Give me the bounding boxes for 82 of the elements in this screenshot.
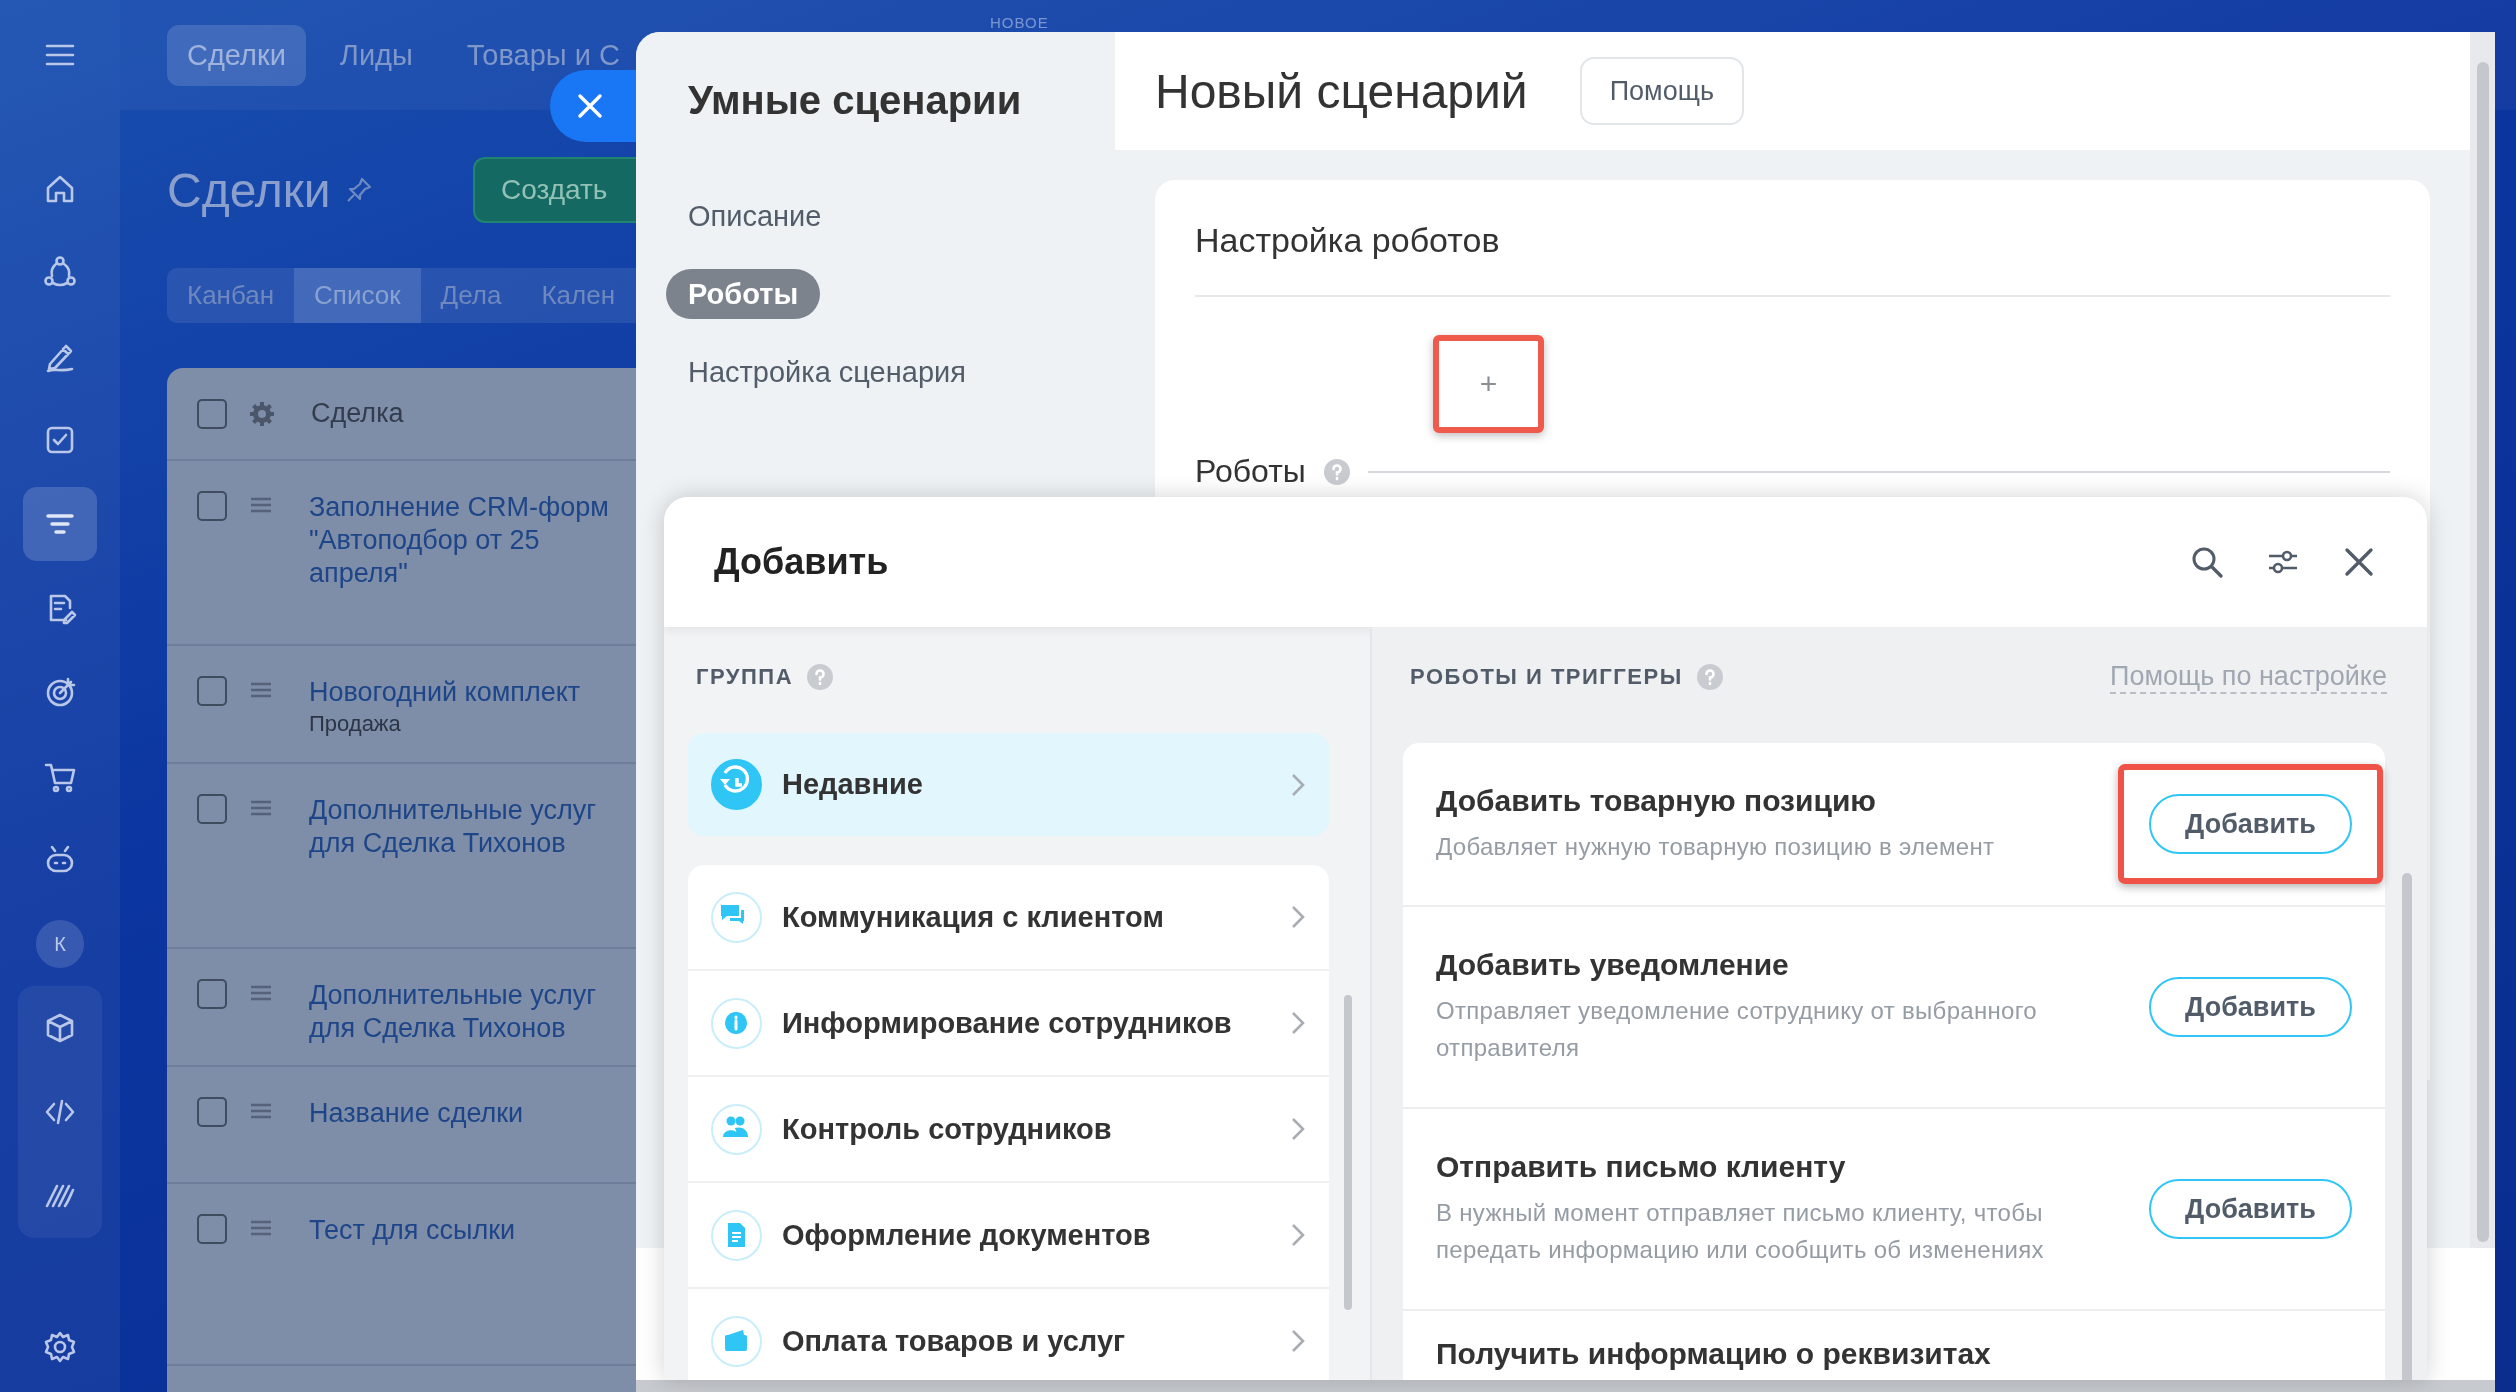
group-item[interactable]: Коммуникация с клиентом (688, 865, 1329, 971)
deal-link[interactable]: Тест для ссылки (309, 1214, 516, 1247)
checkbox[interactable] (197, 1097, 227, 1127)
group-item[interactable]: Недавние (688, 733, 1329, 836)
checkbox[interactable] (197, 676, 227, 706)
help-link[interactable]: Помощь по настройке (2110, 660, 2387, 694)
deal-link[interactable]: Название сделки (309, 1097, 524, 1130)
chevron-icon (1291, 772, 1305, 797)
checkbox[interactable] (197, 1214, 227, 1244)
deal-stage: Продажа (309, 711, 402, 737)
create-button[interactable]: Создать (473, 157, 636, 223)
deal-link[interactable]: Дополнительные услуг для Сделка Тихонов (309, 794, 597, 860)
settings-icon[interactable] (42, 1329, 78, 1365)
group-item[interactable]: Контроль сотрудников (688, 1077, 1329, 1183)
chevron-icon (1291, 1223, 1305, 1247)
page-title: Сделки (167, 162, 331, 218)
deal-link[interactable]: Новогодний комплект (309, 676, 581, 709)
nav-item[interactable]: Описание (666, 191, 844, 241)
nav-item[interactable]: Роботы (666, 269, 821, 319)
robot-title: Добавить уведомление (1436, 948, 1790, 982)
checkbox[interactable] (197, 979, 227, 1009)
robot-item[interactable]: Отправить письмо клиенту В нужный момент отправляет письмо клиенту, чтобы передать информацию или сообщить об изменениях Добавить (1403, 1109, 2385, 1311)
tab[interactable]: Лиды (319, 24, 433, 86)
view-tab[interactable]: Дела (420, 268, 522, 323)
avatar[interactable]: К (36, 920, 84, 968)
scrollbar[interactable] (2476, 62, 2489, 1242)
chevron-icon (1291, 905, 1305, 929)
drag-icon (249, 984, 273, 1002)
view-tab[interactable]: Список (294, 268, 421, 323)
clock-icon (711, 759, 762, 810)
scrollbar[interactable] (1344, 995, 1352, 1310)
section-label: Роботы (1195, 453, 1306, 490)
document-icon (711, 1209, 762, 1261)
view-tab[interactable]: Кален (521, 268, 636, 323)
tab[interactable]: Товары и С (446, 24, 640, 86)
view-tab[interactable]: Канбан (167, 268, 295, 323)
nav-item[interactable] (23, 487, 97, 561)
robot-title: Отправить письмо клиенту (1436, 1150, 1847, 1184)
chevron-icon (1291, 1329, 1305, 1353)
drag-icon (249, 1219, 273, 1237)
checkbox[interactable] (197, 398, 227, 429)
deal-link[interactable]: Дополнительные услуг для Сделка Тихонов (309, 979, 597, 1045)
robot-item[interactable]: Добавить уведомление Отправляет уведомление сотруднику от выбранного отправителя Добавить (1403, 907, 2385, 1109)
info-icon (711, 997, 762, 1049)
checkbox[interactable] (197, 794, 227, 824)
robot-description: Отправляет уведомление сотруднику от выбранного отправителя (1436, 996, 2038, 1063)
nav-item[interactable]: Настройка сценария (666, 347, 988, 397)
chevron-icon (1291, 1117, 1305, 1141)
robot-description: В нужный момент отправляет письмо клиенту, чтобы передать информацию или сообщить об изменениях (1436, 1198, 2045, 1265)
wallet-icon (711, 1315, 762, 1367)
close-icon[interactable] (577, 93, 603, 119)
tab[interactable]: Сделки (167, 24, 306, 86)
help-button[interactable]: Помощь (1579, 57, 1744, 125)
checkbox[interactable] (197, 491, 227, 521)
new-label: НОВОЕ (990, 14, 1049, 31)
scrollbar[interactable] (636, 1380, 2495, 1392)
column-header: Сделка (311, 398, 404, 429)
add-button[interactable]: Добавить (2149, 1179, 2352, 1239)
group-item[interactable]: Оформление документов (688, 1183, 1329, 1289)
drag-icon (249, 799, 273, 817)
drag-icon (249, 1102, 273, 1120)
group-item[interactable]: Оплата товаров и услуг (688, 1289, 1329, 1380)
people-icon (711, 1103, 762, 1155)
section-label: РОБОТЫ И ТРИГГЕРЫ (1410, 664, 1683, 690)
drag-icon (249, 496, 273, 514)
section-label: ГРУППА (696, 664, 794, 690)
robot-title: Получить информацию о реквизитах (1436, 1337, 1992, 1371)
scenario-title: Новый сценарий (1155, 63, 1528, 119)
group-item[interactable]: Информирование сотрудников (688, 971, 1329, 1077)
robot-description: Добавляет нужную товарную позицию в элемент (1436, 831, 1996, 862)
scrollbar[interactable] (2402, 873, 2412, 1380)
deal-link[interactable]: Заполнение CRM-форм "Автоподбор от 25 апреля" (309, 491, 609, 590)
add-robot-button[interactable]: + (1433, 335, 1544, 433)
panel-title: Умные сценарии (688, 77, 1023, 123)
add-button[interactable]: Добавить (2149, 794, 2352, 854)
drag-icon (249, 681, 273, 699)
chat-icon (711, 891, 762, 943)
robot-title: Добавить товарную позицию (1436, 783, 1877, 818)
add-button[interactable]: Добавить (2149, 977, 2352, 1037)
card-title: Настройка роботов (1195, 180, 2390, 297)
dialog-title: Добавить (714, 541, 890, 583)
chevron-icon (1291, 1011, 1305, 1035)
